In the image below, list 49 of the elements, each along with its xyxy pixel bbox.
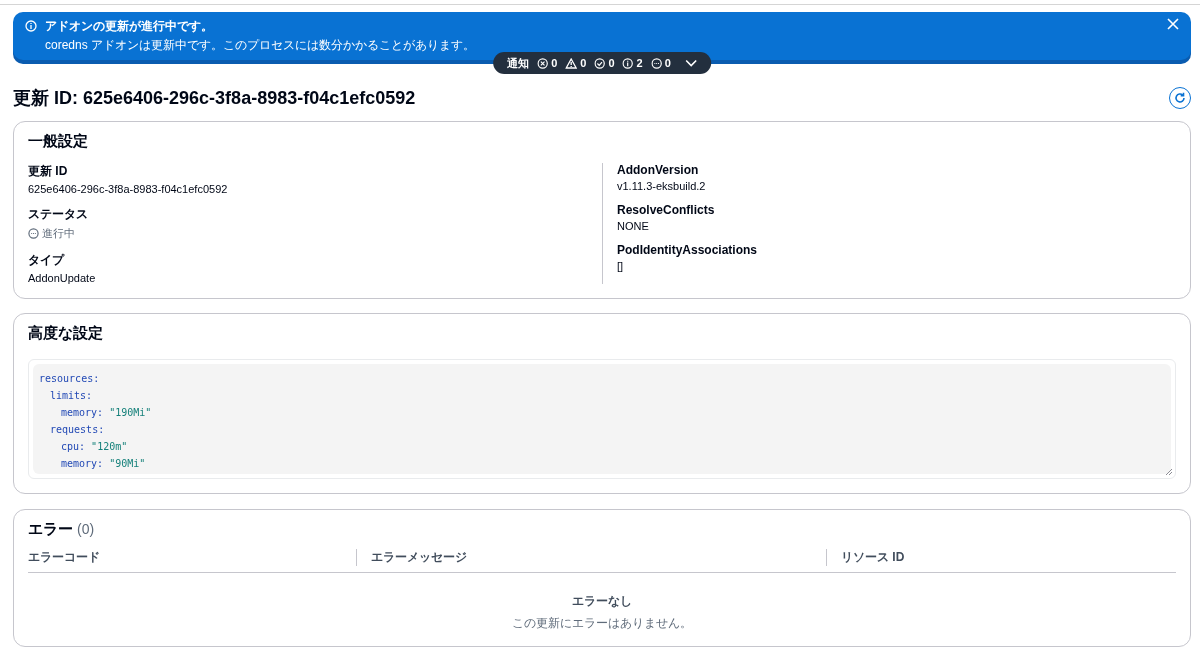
column-header: エラーメッセージ	[356, 549, 826, 566]
in-progress-icon	[650, 57, 662, 69]
close-button[interactable]	[1167, 18, 1179, 30]
count-label: 0	[608, 57, 615, 69]
section-title: 一般設定	[28, 132, 89, 151]
banner-title: アドオンの更新が進行中です。	[45, 18, 214, 35]
banner-message: coredns アドオンは更新中です。このプロセスには数分かかることがあります。	[45, 37, 477, 54]
field-label: AddonVersion	[617, 163, 700, 177]
in-progress-icon	[28, 228, 39, 239]
field-label: 更新 ID	[28, 163, 69, 180]
page-title: 更新 ID: 625e6406-296c-3f8a-8983-f04c1efc0592	[13, 87, 416, 110]
field-value: 625e6406-296c-3f8a-8983-f04c1efc0592	[28, 183, 229, 195]
field-label: PodIdentityAssociations	[617, 243, 759, 257]
field-value: v1.11.3-eksbuild.2	[617, 180, 707, 192]
chevron-icon	[684, 59, 697, 67]
section-title: 高度な設定	[28, 324, 104, 343]
resize-handle-icon	[1165, 468, 1173, 476]
info-icon	[25, 20, 37, 32]
code-editor[interactable]: resources: limits: memory: "190Mi" requests: cpu: "120m" memory: "90Mi"	[28, 359, 1176, 479]
status-value: 進行中	[42, 226, 75, 241]
field-label: ステータス	[28, 206, 89, 223]
error-icon	[537, 57, 549, 69]
field-value: []	[617, 260, 625, 272]
code-line: memory: "190Mi"	[60, 406, 153, 420]
info-icon	[622, 57, 634, 69]
count-label: 0	[664, 57, 671, 69]
code-line: limits:	[49, 389, 94, 403]
field-label: タイプ	[28, 252, 66, 269]
column-header: エラーコード	[28, 549, 101, 566]
empty-title: エラーなし	[572, 593, 632, 610]
notifications-bar[interactable]: 通知 0 0 0 2 0	[493, 52, 711, 74]
count-label: 0	[551, 57, 558, 69]
check-circle-icon	[594, 57, 606, 69]
field-value: AddonUpdate	[28, 272, 97, 284]
column-header: リソース ID	[826, 549, 1176, 566]
refresh-icon	[1174, 92, 1186, 104]
empty-message: この更新にエラーはありません。	[512, 615, 692, 632]
field-value: NONE	[617, 220, 650, 232]
code-line: requests:	[49, 423, 106, 437]
code-line: cpu: "120m"	[60, 440, 129, 454]
refresh-button[interactable]	[1169, 87, 1191, 109]
code-line: memory: "90Mi"	[60, 457, 147, 471]
field-label: ResolveConflicts	[617, 203, 716, 217]
warning-icon	[565, 57, 578, 69]
section-title: エラー	[28, 520, 73, 539]
error-count: (0)	[77, 521, 95, 537]
count-label: 0	[580, 57, 587, 69]
count-label: 2	[636, 57, 643, 69]
code-line: resources:	[39, 372, 101, 386]
